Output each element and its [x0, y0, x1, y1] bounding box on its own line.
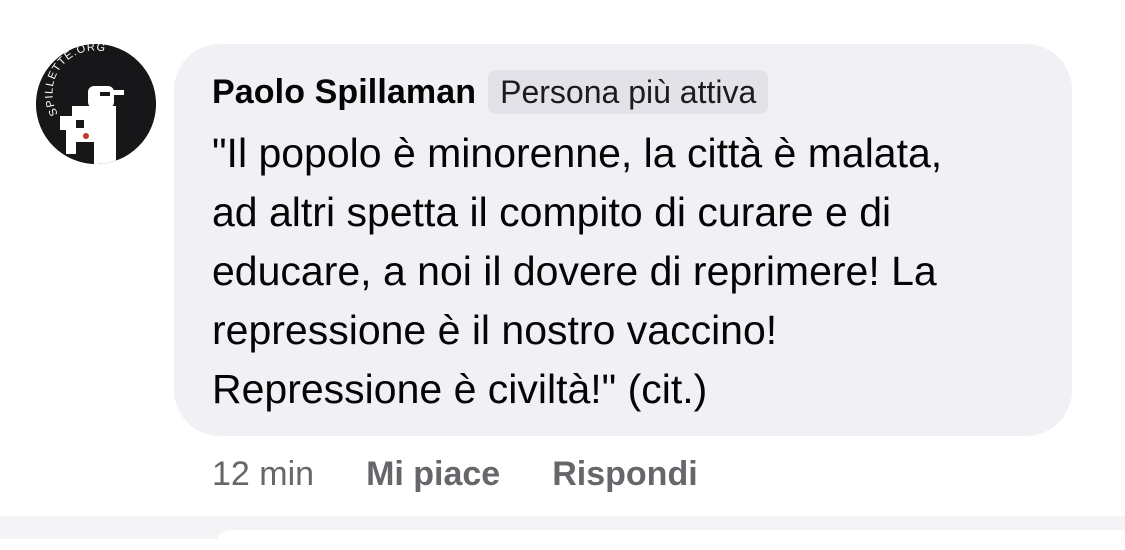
- like-button[interactable]: Mi piace: [366, 452, 500, 496]
- author-name[interactable]: Paolo Spillaman: [212, 73, 476, 112]
- next-item-edge: [215, 530, 1125, 550]
- avatar[interactable]: SPILLETTE.ORG: [36, 44, 156, 164]
- reply-button[interactable]: Rispondi: [552, 452, 697, 496]
- comment-timestamp[interactable]: 12 min: [212, 452, 314, 496]
- comment-actions: 12 min Mi piace Rispondi: [212, 452, 698, 496]
- comment-text: "Il popolo è minorenne, la città è malat…: [212, 130, 943, 412]
- top-fan-badge: Persona più attiva: [488, 70, 769, 114]
- comment-header: Paolo Spillaman Persona più attiva: [212, 70, 1034, 114]
- avatar-logo-icon: SPILLETTE.ORG: [36, 44, 156, 164]
- comment-bubble: Paolo Spillaman Persona più attiva "Il p…: [174, 44, 1072, 436]
